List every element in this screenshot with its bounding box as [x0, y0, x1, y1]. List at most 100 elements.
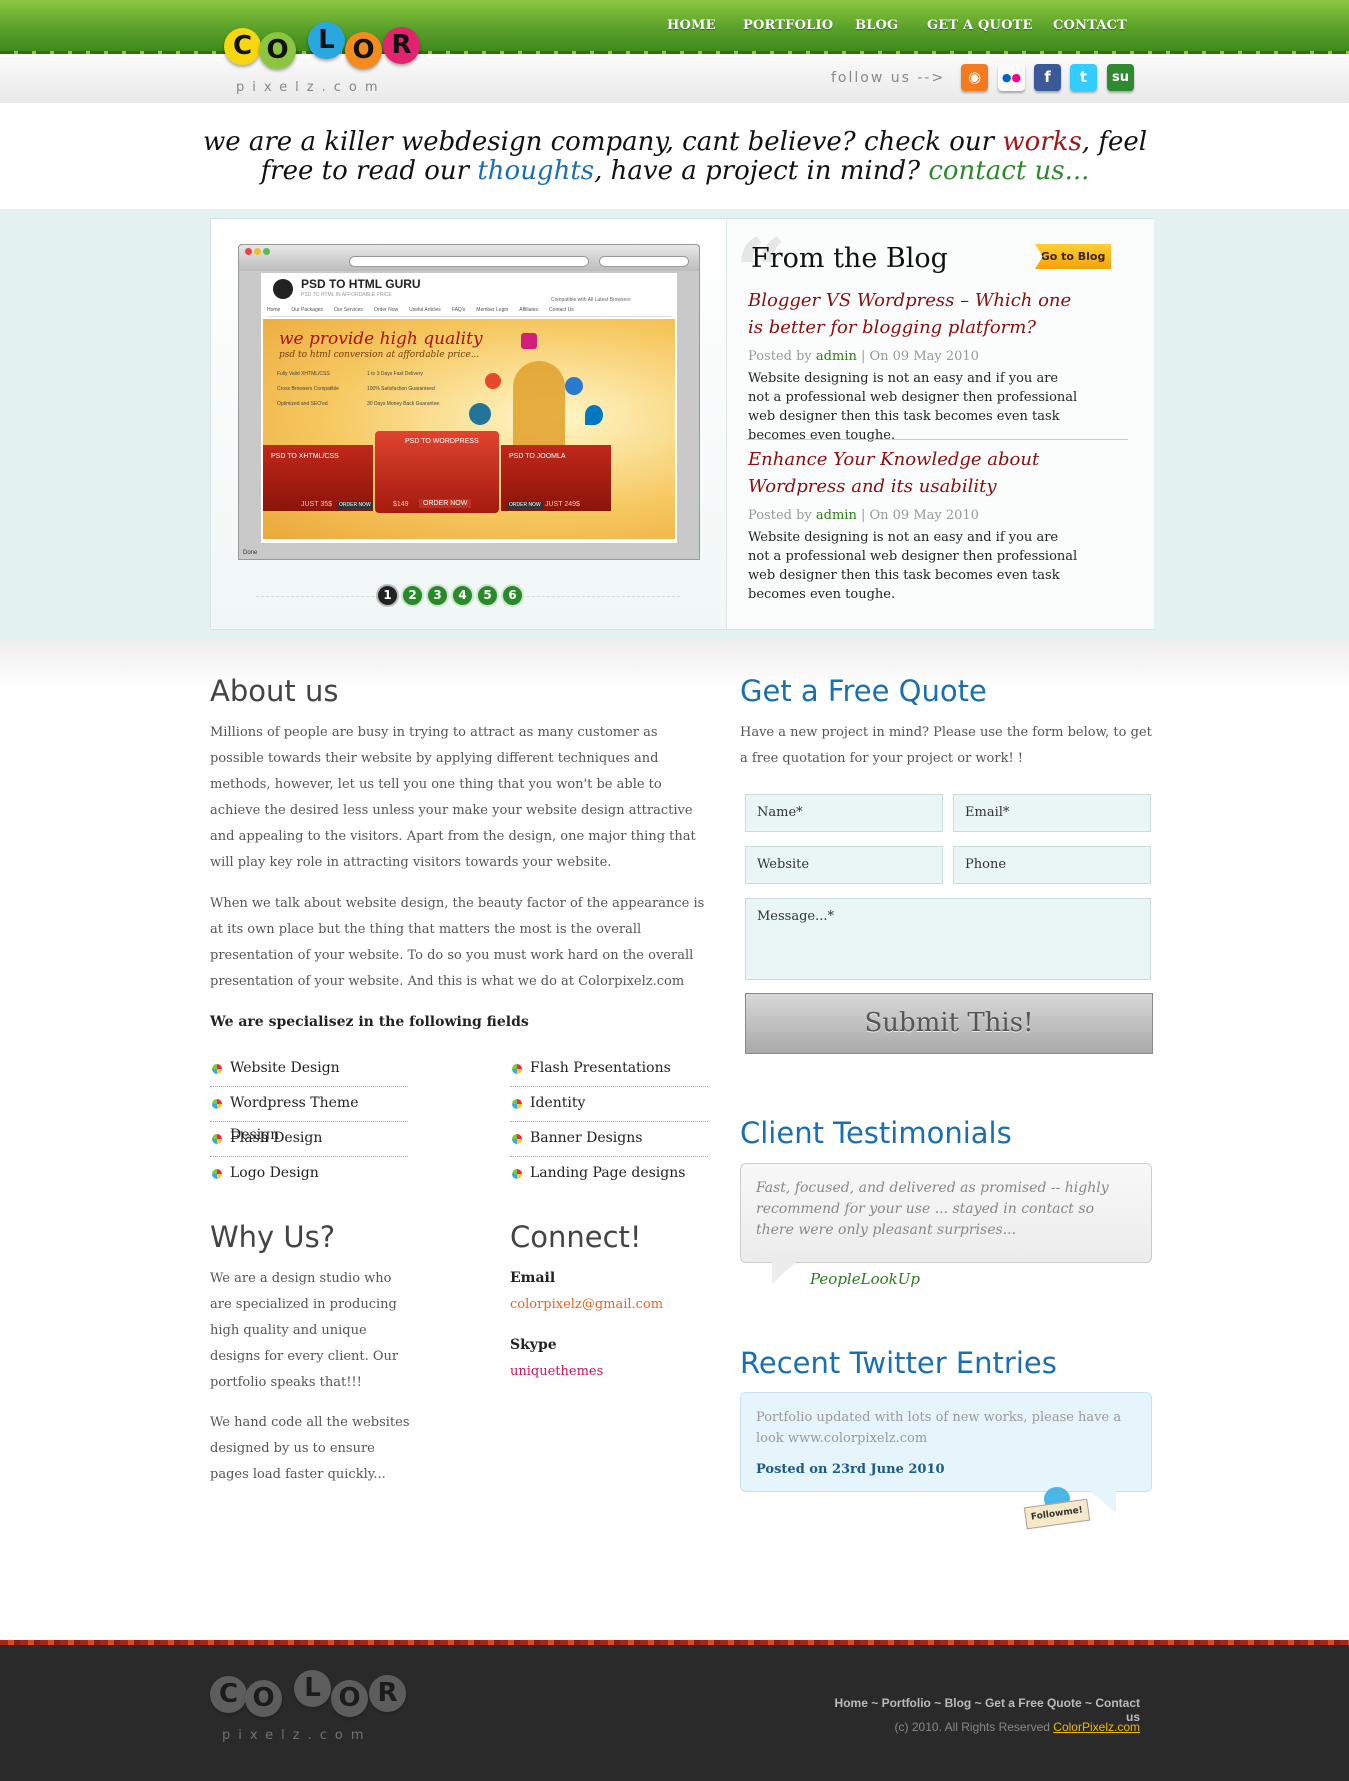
slider-page-1[interactable]: 1	[376, 584, 399, 607]
logo-subtext: pixelz.com	[236, 80, 386, 95]
mock-menu: Home Our Packages Our Services Order Now Use…	[267, 307, 671, 317]
logo-letter: R	[369, 1675, 406, 1712]
email-field[interactable]: Email*	[953, 794, 1151, 832]
footer-sep: ~	[867, 1696, 882, 1710]
blog-post-title[interactable]: Blogger VS Wordpress – Which one is bett…	[748, 287, 1088, 341]
mock-menu-item: FAQ's	[451, 307, 466, 313]
nav-home[interactable]: HOME	[667, 18, 716, 33]
footer-link-quote[interactable]: Get a Free Quote	[985, 1696, 1082, 1710]
website-field[interactable]: Website	[745, 846, 943, 884]
submit-button[interactable]: Submit This!	[745, 993, 1153, 1054]
mock-checklist: Fully Valid XHTML/CSS 1 to 3 Days Fast De…	[277, 371, 457, 407]
connect-heading: Connect!	[510, 1220, 642, 1254]
testimonial-bubble: Fast, focused, and delivered as promised…	[740, 1163, 1152, 1263]
blog-post-title[interactable]: Enhance Your Knowledge about Wordpress a…	[748, 446, 1088, 500]
nav-get-a-quote[interactable]: GET A QUOTE	[927, 18, 1033, 33]
logo-subtext: pixelz.com	[222, 1728, 372, 1743]
testimonials-heading: Client Testimonials	[740, 1116, 1012, 1150]
skype-link[interactable]: uniquethemes	[510, 1364, 603, 1379]
joomla-icon	[485, 373, 501, 389]
color-drop-icon	[212, 1064, 222, 1074]
go-to-blog-label: Go to Blog	[1040, 250, 1106, 263]
footer-logo[interactable]: C O L O R pixelz.com	[210, 1668, 420, 1748]
contact-us-link[interactable]: contact us...	[928, 156, 1089, 186]
footer-brand-link[interactable]: ColorPixelz.com	[1053, 1720, 1140, 1734]
posted-by-label: Posted by	[748, 508, 812, 523]
mock-menu-item: Order Now	[373, 307, 399, 313]
mock-box-price: JUST 35$	[301, 501, 332, 508]
follow-me-badge[interactable]: Followme!	[1022, 1487, 1092, 1531]
logo-letter: R	[383, 27, 420, 64]
maximize-icon	[263, 248, 270, 255]
tagline-text: , feel	[1081, 127, 1148, 157]
stumbleupon-icon[interactable]: su	[1107, 64, 1134, 91]
mock-menu-item: Our Services	[334, 307, 363, 313]
mock-box-3: PSD TO JOOMLA ORDER NOW JUST 249$	[501, 445, 611, 511]
author-link[interactable]: admin	[816, 349, 857, 364]
go-to-blog-button[interactable]: Go to Blog	[1035, 244, 1111, 269]
slider-page-4[interactable]: 4	[451, 584, 474, 607]
fields-heading: We are specialisez in the following fiel…	[210, 1014, 529, 1030]
mock-menu-item: Affiliates	[519, 307, 539, 313]
content-shadow	[0, 639, 1349, 689]
color-drop-icon	[512, 1099, 522, 1109]
why-paragraph-2: We hand code all the websites designed b…	[210, 1415, 410, 1482]
message-field[interactable]: Message...*	[745, 898, 1151, 980]
rss-icon[interactable]: ◉	[961, 64, 988, 91]
drupal-icon	[585, 405, 603, 425]
slider-page-3[interactable]: 3	[426, 584, 449, 607]
footer-link-portfolio[interactable]: Portfolio	[882, 1696, 931, 1710]
footer	[0, 1640, 1349, 1781]
mock-headline: we provide high quality	[279, 329, 483, 349]
follow-me-label: Followme!	[1023, 1498, 1091, 1530]
wordpress-icon	[469, 403, 491, 425]
about-heading: About us	[210, 674, 339, 708]
field-label: Flash Design	[230, 1130, 323, 1146]
slider-page-6[interactable]: 6	[501, 584, 524, 607]
mock-box-price: $149	[393, 501, 409, 508]
mock-box-2: PSD TO WORDPRESS $149 ORDER NOW	[375, 431, 499, 513]
slider-page-2[interactable]: 2	[401, 584, 424, 607]
mock-box-title: PSD TO XHTML/CSS	[271, 453, 339, 460]
facebook-icon[interactable]: f	[1034, 64, 1061, 91]
twitter-icon[interactable]: t	[1070, 64, 1097, 91]
blog-post-meta: Posted by admin | On 09 May 2010	[748, 508, 1088, 523]
works-link[interactable]: works	[1002, 127, 1081, 157]
testimonial-author: PeopleLookUp	[810, 1270, 920, 1288]
thoughts-link[interactable]: thoughts	[477, 156, 594, 186]
mock-box-btn: ORDER NOW	[419, 499, 472, 508]
field-label: Identity	[530, 1095, 586, 1111]
color-drop-icon	[212, 1169, 222, 1179]
about-paragraph-2: When we talk about website design, the b…	[210, 896, 705, 989]
mock-menu-item: Member Login	[476, 307, 509, 313]
footer-link-home[interactable]: Home	[835, 1696, 868, 1710]
address-bar	[349, 256, 589, 267]
browser-search-bar	[599, 256, 689, 267]
phone-field[interactable]: Phone	[953, 846, 1151, 884]
color-drop-icon	[212, 1134, 222, 1144]
nav-portfolio[interactable]: PORTFOLIO	[743, 18, 833, 33]
logo-letter: O	[259, 32, 296, 69]
email-link[interactable]: colorpixelz@gmail.com	[510, 1297, 663, 1312]
logo-letter: L	[294, 1670, 331, 1707]
slider-page-5[interactable]: 5	[476, 584, 499, 607]
name-field[interactable]: Name*	[745, 794, 943, 832]
nav-contact[interactable]: CONTACT	[1053, 18, 1127, 33]
field-item: Flash Presentations	[510, 1052, 708, 1087]
mock-box-price: JUST 249$	[545, 501, 580, 508]
author-link[interactable]: admin	[816, 508, 857, 523]
bubble-tail	[772, 1262, 796, 1284]
footer-link-blog[interactable]: Blog	[945, 1696, 972, 1710]
flickr-icon[interactable]: ●●	[998, 64, 1025, 91]
tagline-text: free to read our	[260, 156, 478, 186]
mock-menu-item: Home	[267, 307, 281, 313]
slide-image[interactable]: PSD TO HTML GURU PSD TO HTML IN AFFORDAB…	[238, 244, 700, 560]
nav-blog[interactable]: BLOG	[855, 18, 898, 33]
field-label: Website Design	[230, 1060, 340, 1076]
mock-box-1: PSD TO XHTML/CSS JUST 35$ ORDER NOW	[263, 445, 373, 511]
logo[interactable]: C O L O R pixelz.com	[224, 20, 434, 100]
meditating-figure	[513, 361, 565, 453]
mock-check: 1 to 3 Days Fast Delivery	[367, 371, 423, 377]
blog-post: Enhance Your Knowledge about Wordpress a…	[748, 446, 1088, 604]
tagline-text: , have a project in mind?	[594, 156, 929, 186]
